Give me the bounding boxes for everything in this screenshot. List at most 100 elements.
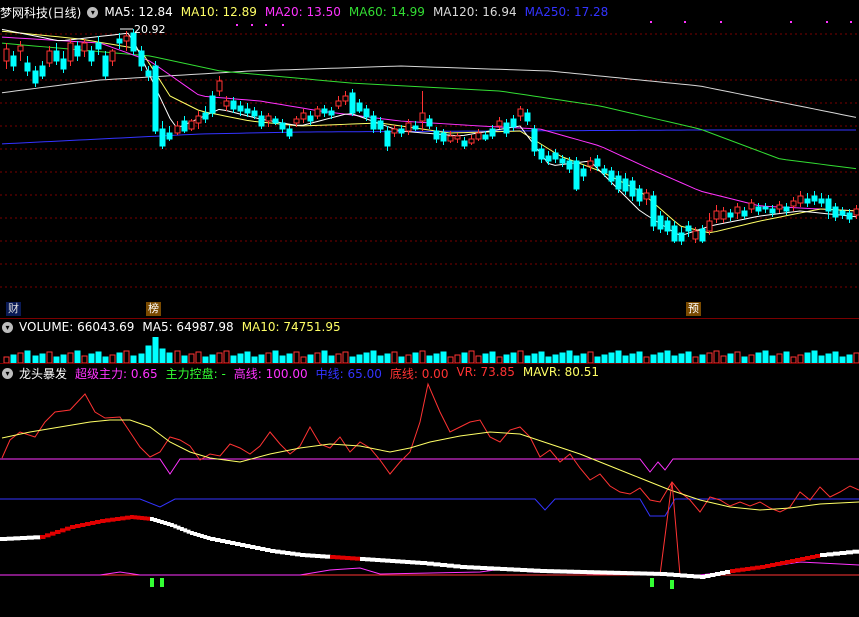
control-band-step: [486, 566, 494, 571]
volume-bar: [88, 353, 95, 363]
candle-body: [24, 62, 31, 72]
volume-bar: [664, 350, 671, 363]
candle-body: [755, 206, 762, 212]
candle-body: [713, 210, 720, 220]
volume-bar: [440, 351, 447, 363]
collapse-icon[interactable]: ▾: [2, 321, 13, 333]
candle-body: [230, 100, 237, 110]
candle-body: [265, 115, 272, 122]
candle-body: [552, 152, 559, 160]
collapse-icon[interactable]: ▾: [2, 367, 13, 379]
candle-body: [370, 115, 377, 130]
control-band-step: [800, 557, 806, 561]
candle-body: [825, 198, 832, 212]
vr-spike: [659, 481, 681, 576]
candle-body: [32, 70, 39, 84]
candle-body: [356, 102, 363, 112]
volume-bar: [468, 350, 475, 363]
volume-bar: [10, 354, 17, 363]
control-band-step: [150, 517, 154, 521]
volume-bar: [769, 355, 776, 363]
volume-bar: [853, 352, 859, 363]
control-band-step: [520, 568, 528, 572]
control-band-step: [646, 571, 654, 576]
event-tag-finance[interactable]: 财: [6, 302, 21, 316]
control-band-step: [660, 572, 668, 576]
volume-bar: [145, 345, 152, 363]
volume-bar: [356, 354, 363, 363]
control-band-step: [730, 569, 736, 573]
control-band-step: [45, 533, 51, 538]
candle-body: [783, 206, 790, 212]
event-dot: [790, 21, 792, 23]
control-band-step: [173, 524, 178, 529]
control-band-step: [180, 527, 184, 531]
control-band-step: [390, 559, 396, 563]
candle-body: [643, 192, 650, 200]
volume-bar: [109, 354, 116, 363]
event-tag-ranking[interactable]: 榜: [146, 302, 161, 316]
volume-bar: [601, 354, 608, 363]
control-band-step: [815, 554, 821, 558]
candle-body: [195, 115, 202, 124]
event-tag-forecast[interactable]: 预: [686, 302, 701, 316]
control-band-step: [225, 540, 231, 544]
indicator-value-label: MA10: 74751.95: [241, 320, 341, 334]
candle-body: [601, 168, 608, 174]
control-band-step: [785, 560, 791, 564]
control-band-step: [215, 538, 221, 542]
indicator-value-label: 高线: 100.00: [233, 366, 308, 381]
control-band-step: [290, 551, 296, 556]
volume-bar: [503, 354, 510, 363]
control-band-step: [666, 572, 674, 577]
control-band-step: [153, 518, 158, 522]
volume-bar: [580, 353, 587, 363]
event-dot: [251, 24, 253, 26]
volume-bar: [328, 355, 335, 363]
volume-bar: [622, 355, 629, 363]
volume-bar: [46, 351, 53, 363]
control-band-step: [90, 521, 96, 525]
candle-body: [279, 122, 286, 130]
candle-body: [594, 158, 601, 167]
control-band-step: [606, 570, 614, 575]
candle-body: [482, 134, 489, 140]
control-band-step: [740, 567, 746, 572]
control-band-step: [820, 553, 827, 557]
control-band-step: [275, 549, 281, 554]
signal-marker: [160, 578, 164, 587]
candle-body: [538, 148, 545, 160]
control-band-step: [130, 515, 134, 519]
volume-bar: [419, 350, 426, 363]
volume-bar: [454, 354, 461, 363]
volume-bar: [713, 350, 720, 363]
candle-body: [559, 158, 566, 164]
volume-bar: [566, 350, 573, 363]
control-band-step: [33, 535, 41, 540]
candle-body: [293, 118, 300, 124]
volume-bar: [461, 352, 468, 363]
event-dot: [826, 21, 828, 23]
volume-bar: [734, 351, 741, 363]
candle-body: [67, 42, 74, 62]
indicator-value-label: VOLUME: 66043.69: [19, 320, 135, 334]
control-band-step: [553, 569, 561, 574]
candle-body: [102, 55, 109, 77]
volume-bar: [216, 352, 223, 363]
indicator-value-label: MA250: 17.28: [524, 5, 609, 19]
indicator-panel-header: ▾ 龙头暴发 超级主力: 0.65 主力控盘: - 高线: 100.00 中线: 65…: [0, 364, 859, 382]
candle-body: [251, 110, 258, 117]
control-band-step: [573, 569, 581, 574]
candle-body: [342, 95, 349, 102]
volume-bar: [587, 351, 594, 363]
candle-body: [159, 128, 166, 147]
collapse-icon[interactable]: ▾: [87, 6, 99, 18]
candle-body: [832, 206, 839, 218]
control-band-step: [760, 565, 766, 569]
control-band-step: [235, 542, 241, 546]
indicator-chart: [0, 382, 859, 589]
volume-bar: [181, 355, 188, 363]
ma5-line: [1, 28, 857, 237]
control-band-step: [95, 520, 101, 524]
candle-body: [384, 130, 391, 147]
